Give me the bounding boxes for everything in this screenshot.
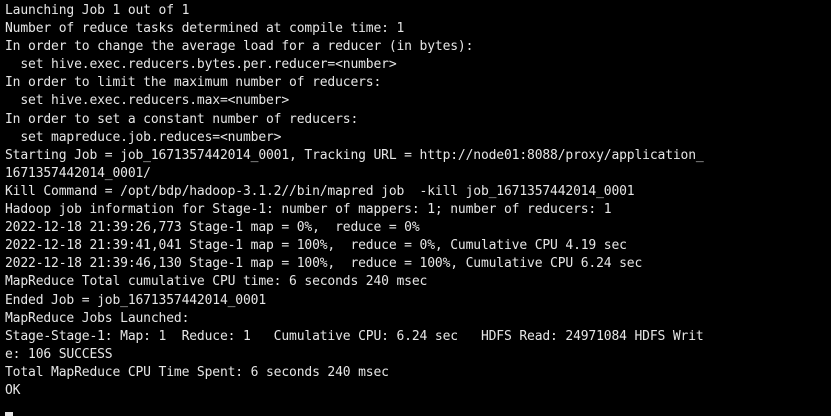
- terminal-line: In order to set a constant number of red…: [5, 111, 359, 127]
- terminal-line: set hive.exec.reducers.bytes.per.reducer…: [5, 57, 397, 73]
- terminal-line: MapReduce Jobs Launched:: [5, 310, 190, 326]
- terminal-line: 2022-12-18 21:39:46,130 Stage-1 map = 10…: [5, 256, 643, 272]
- terminal-window[interactable]: Launching Job 1 out of 1 Number of reduc…: [0, 0, 831, 416]
- terminal-line: In order to change the average load for …: [5, 39, 474, 55]
- terminal-line: Launching Job 1 out of 1: [5, 3, 190, 18]
- terminal-line: Starting Job = job_1671357442014_0001, T…: [5, 147, 704, 163]
- terminal-line: Number of reduce tasks determined at com…: [5, 21, 405, 37]
- terminal-line: set mapreduce.job.reduces=<number>: [5, 129, 282, 145]
- terminal-line: OK: [5, 382, 21, 398]
- terminal-line: In order to limit the maximum number of …: [5, 75, 382, 91]
- terminal-line: Kill Command = /opt/bdp/hadoop-3.1.2//bi…: [5, 183, 635, 199]
- terminal-cursor: [5, 412, 13, 416]
- terminal-line: 2022-12-18 21:39:26,773 Stage-1 map = 0%…: [5, 220, 420, 236]
- terminal-line: Total MapReduce CPU Time Spent: 6 second…: [5, 364, 389, 380]
- terminal-line: Ended Job = job_1671357442014_0001: [5, 292, 267, 308]
- terminal-line: Hadoop job information for Stage-1: numb…: [5, 202, 612, 218]
- terminal-line: set hive.exec.reducers.max=<number>: [5, 93, 290, 109]
- terminal-line: 1671357442014_0001/: [5, 165, 151, 181]
- terminal-line: 2022-12-18 21:39:41,041 Stage-1 map = 10…: [5, 238, 627, 254]
- terminal-line: e: 106 SUCCESS: [5, 346, 113, 362]
- terminal-line: MapReduce Total cumulative CPU time: 6 s…: [5, 274, 428, 290]
- terminal-line: Stage-Stage-1: Map: 1 Reduce: 1 Cumulati…: [5, 328, 704, 344]
